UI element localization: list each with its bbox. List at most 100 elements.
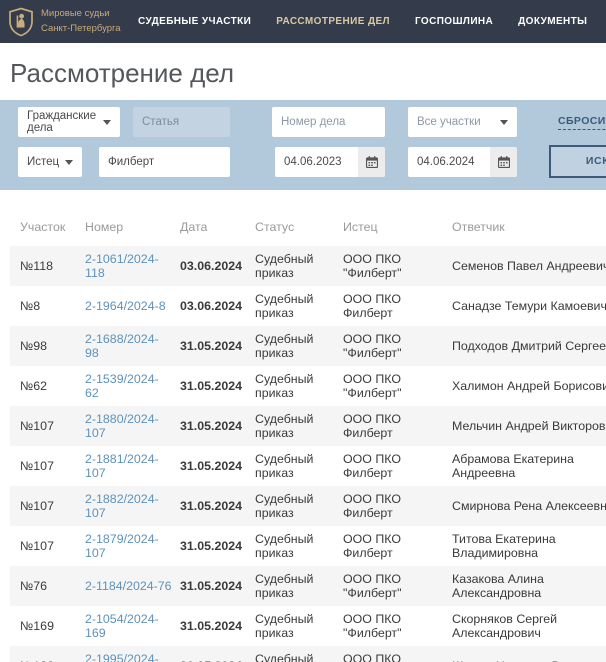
cell-otvetchik: Скорняков Сергей Александрович xyxy=(452,606,606,646)
party-name-field[interactable] xyxy=(99,147,230,177)
cell-status: Судебный приказ xyxy=(255,526,343,566)
party-role-select[interactable]: Истец xyxy=(18,147,82,177)
party-name-input[interactable] xyxy=(99,147,230,177)
cell-nomer: 2-1054/2024-169 xyxy=(85,606,180,646)
cell-otvetchik: Смирнова Рена Алексеевна xyxy=(452,486,606,526)
table-header-row: Участок Номер Дата Статус Истец Ответчик xyxy=(10,220,606,246)
nav-item[interactable]: СУДЕБНЫЕ УЧАСТКИ xyxy=(138,16,251,27)
case-number-link[interactable]: 2-1995/2024-188 xyxy=(85,652,159,662)
cell-data: 31.05.2024 xyxy=(180,606,255,646)
cell-data: 31.05.2024 xyxy=(180,646,255,662)
district-value: Все участки xyxy=(417,116,481,128)
reset-filters-button[interactable]: СБРОСИТЬ xyxy=(558,115,606,130)
case-number-link[interactable]: 2-1054/2024-169 xyxy=(85,612,159,640)
table-row: №107 2-1882/2024-107 31.05.2024 Судебный… xyxy=(10,486,606,526)
case-number-link[interactable]: 2-1882/2024-107 xyxy=(85,492,159,520)
cell-istets: ООО ПКО "Филберт" xyxy=(343,366,452,406)
cell-nomer: 2-1995/2024-188 xyxy=(85,646,180,662)
cell-data: 31.05.2024 xyxy=(180,366,255,406)
date-from-input[interactable] xyxy=(275,147,358,177)
district-select[interactable]: Все участки xyxy=(408,107,517,137)
cell-data: 31.05.2024 xyxy=(180,486,255,526)
cell-status: Судебный приказ xyxy=(255,646,343,662)
cell-uchastok: №188 xyxy=(10,646,85,662)
calendar-icon[interactable] xyxy=(490,147,517,177)
col-header-status: Статус xyxy=(255,220,343,246)
shield-icon xyxy=(8,7,34,37)
cell-status: Судебный приказ xyxy=(255,446,343,486)
table-row: №107 2-1879/2024-107 31.05.2024 Судебный… xyxy=(10,526,606,566)
date-from-field[interactable] xyxy=(275,147,385,177)
cell-nomer: 2-1061/2024-118 xyxy=(85,246,180,286)
case-number-field[interactable] xyxy=(272,107,385,137)
cell-otvetchik: Подходов Дмитрий Сергеевич xyxy=(452,326,606,366)
cell-istets: ООО ПКО Филберт xyxy=(343,406,452,446)
date-to-input[interactable] xyxy=(408,147,490,177)
cell-data: 31.05.2024 xyxy=(180,326,255,366)
col-header-uchastok: Участок xyxy=(10,220,85,246)
table-row: №169 2-1054/2024-169 31.05.2024 Судебный… xyxy=(10,606,606,646)
case-number-input[interactable] xyxy=(272,107,385,137)
chevron-down-icon xyxy=(103,120,111,125)
chevron-down-icon xyxy=(65,160,73,165)
filter-panel: Гражданские дела Все участки СБРОСИТЬ Ис… xyxy=(0,100,606,190)
cell-data: 03.06.2024 xyxy=(180,286,255,326)
cell-nomer: 2-1882/2024-107 xyxy=(85,486,180,526)
case-type-value: Гражданские дела xyxy=(27,110,97,134)
table-row: №118 2-1061/2024-118 03.06.2024 Судебный… xyxy=(10,246,606,286)
table-row: №62 2-1539/2024-62 31.05.2024 Судебный п… xyxy=(10,366,606,406)
cases-table: Участок Номер Дата Статус Истец Ответчик… xyxy=(10,220,606,662)
cell-nomer: 2-1881/2024-107 xyxy=(85,446,180,486)
cell-status: Судебный приказ xyxy=(255,286,343,326)
case-number-link[interactable]: 2-1880/2024-107 xyxy=(85,412,159,440)
cell-nomer: 2-1880/2024-107 xyxy=(85,406,180,446)
cell-data: 31.05.2024 xyxy=(180,406,255,446)
chevron-down-icon xyxy=(500,120,508,125)
article-input xyxy=(133,107,230,137)
cell-nomer: 2-1688/2024-98 xyxy=(85,326,180,366)
date-to-field[interactable] xyxy=(408,147,517,177)
cell-data: 31.05.2024 xyxy=(180,446,255,486)
cell-status: Судебный приказ xyxy=(255,246,343,286)
cell-uchastok: №107 xyxy=(10,526,85,566)
case-number-link[interactable]: 2-1688/2024-98 xyxy=(85,332,159,360)
cell-status: Судебный приказ xyxy=(255,366,343,406)
table-row: №188 2-1995/2024-188 31.05.2024 Судебный… xyxy=(10,646,606,662)
cell-otvetchik: Семенов Павел Андреевич xyxy=(452,246,606,286)
cell-istets: ООО ПКО "Филберт" xyxy=(343,646,452,662)
cell-otvetchik: Абрамова Екатерина Андреевна xyxy=(452,446,606,486)
cell-uchastok: №8 xyxy=(10,286,85,326)
table-row: №98 2-1688/2024-98 31.05.2024 Судебный п… xyxy=(10,326,606,366)
cell-istets: ООО ПКО Филберт xyxy=(343,286,452,326)
nav-item[interactable]: РАССМОТРЕНИЕ ДЕЛ xyxy=(276,16,390,27)
table-row: №107 2-1881/2024-107 31.05.2024 Судебный… xyxy=(10,446,606,486)
table-row: №76 2-1184/2024-76 31.05.2024 Судебный п… xyxy=(10,566,606,606)
cell-otvetchik: Санадзе Темури Камоевич xyxy=(452,286,606,326)
cell-otvetchik: Казакова Алина Александровна xyxy=(452,566,606,606)
cell-istets: ООО ПКО "Филберт" xyxy=(343,606,452,646)
cell-istets: ООО ПКО Филберт xyxy=(343,446,452,486)
case-number-link[interactable]: 2-1879/2024-107 xyxy=(85,532,159,560)
case-number-link[interactable]: 2-1184/2024-76 xyxy=(85,579,172,593)
cell-data: 03.06.2024 xyxy=(180,246,255,286)
case-number-link[interactable]: 2-1539/2024-62 xyxy=(85,372,159,400)
calendar-icon[interactable] xyxy=(358,147,385,177)
search-button[interactable]: ИСКАТЬ xyxy=(549,145,606,178)
case-number-link[interactable]: 2-1964/2024-8 xyxy=(85,299,166,313)
cell-data: 31.05.2024 xyxy=(180,526,255,566)
case-type-select[interactable]: Гражданские дела xyxy=(18,107,120,137)
cell-otvetchik: Халимон Андрей Борисович xyxy=(452,366,606,406)
cell-nomer: 2-1184/2024-76 xyxy=(85,566,180,606)
nav-item[interactable]: ДОКУМЕНТЫ xyxy=(518,16,587,27)
cell-nomer: 2-1879/2024-107 xyxy=(85,526,180,566)
site-logo[interactable]: Мировые судьи Санкт-Петербурга xyxy=(8,7,130,37)
col-header-data: Дата xyxy=(180,220,255,246)
nav-item[interactable]: ГОСПОШЛИНА xyxy=(415,16,493,27)
case-number-link[interactable]: 2-1061/2024-118 xyxy=(85,252,159,280)
cell-nomer: 2-1964/2024-8 xyxy=(85,286,180,326)
table-row: №8 2-1964/2024-8 03.06.2024 Судебный при… xyxy=(10,286,606,326)
cell-status: Судебный приказ xyxy=(255,486,343,526)
case-number-link[interactable]: 2-1881/2024-107 xyxy=(85,452,159,480)
cell-istets: ООО ПКО Филберт xyxy=(343,526,452,566)
cell-uchastok: №107 xyxy=(10,486,85,526)
